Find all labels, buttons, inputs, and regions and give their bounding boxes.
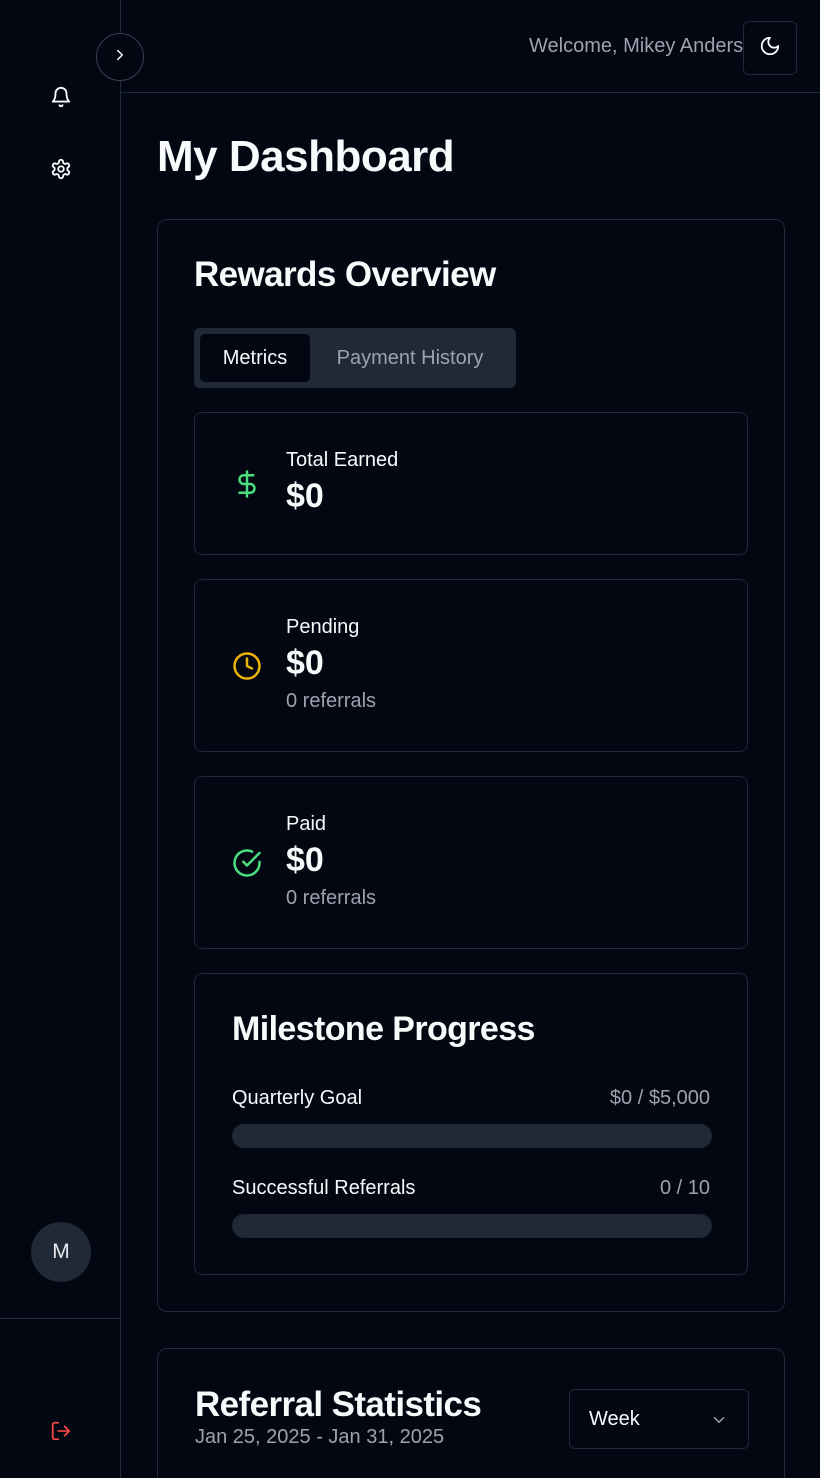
progress-bar-successful-referrals xyxy=(232,1214,712,1238)
clock-icon xyxy=(231,650,263,682)
avatar[interactable]: M xyxy=(31,1222,91,1282)
logout-button[interactable] xyxy=(46,1418,76,1448)
dashboard-app: M Welcome, Mikey Anderson My Dashboard R… xyxy=(0,0,820,1478)
page-title: My Dashboard xyxy=(157,132,455,181)
metric-value: $0 xyxy=(286,841,324,879)
date-range: Jan 25, 2025 - Jan 31, 2025 xyxy=(195,1426,445,1448)
check-circle-icon xyxy=(231,847,263,879)
dollar-icon xyxy=(231,468,263,500)
referral-statistics-card: Referral Statistics Jan 25, 2025 - Jan 3… xyxy=(157,1348,785,1478)
notifications-button[interactable] xyxy=(46,84,76,114)
metric-label: Total Earned xyxy=(286,449,399,471)
sidebar-divider xyxy=(0,1318,121,1319)
rewards-overview-title: Rewards Overview xyxy=(194,255,496,294)
metric-value: $0 xyxy=(286,644,324,682)
milestone-value: 0 / 10 xyxy=(659,1177,710,1199)
milestone-progress-title: Milestone Progress xyxy=(232,1010,535,1048)
welcome-text: Welcome, Mikey Anderson xyxy=(529,35,743,57)
metric-card-total-earned: Total Earned $0 xyxy=(194,412,748,555)
progress-bar-quarterly-goal xyxy=(232,1124,712,1148)
referral-statistics-title: Referral Statistics xyxy=(195,1385,482,1424)
chevron-right-icon xyxy=(111,46,129,69)
period-select-value: Week xyxy=(589,1408,640,1430)
metric-subtext: 0 referrals xyxy=(286,690,377,712)
metric-card-paid: Paid $0 0 referrals xyxy=(194,776,748,949)
bell-icon xyxy=(50,86,72,113)
rewards-tabs: Metrics Payment History xyxy=(194,328,516,388)
top-header: Welcome, Mikey Anderson xyxy=(121,0,820,93)
milestone-progress-card: Milestone Progress Quarterly Goal $0 / $… xyxy=(194,973,748,1275)
metric-value: $0 xyxy=(286,477,324,515)
gear-icon xyxy=(50,158,72,185)
logout-icon xyxy=(50,1420,72,1447)
milestone-label: Quarterly Goal xyxy=(232,1087,363,1109)
avatar-initial: M xyxy=(52,1240,70,1263)
expand-sidebar-button[interactable] xyxy=(96,33,144,81)
metric-card-pending: Pending $0 0 referrals xyxy=(194,579,748,752)
milestone-value: $0 / $5,000 xyxy=(609,1087,710,1109)
theme-toggle-button[interactable] xyxy=(743,21,797,75)
tab-metrics[interactable]: Metrics xyxy=(200,334,310,382)
metric-label: Paid xyxy=(286,813,327,835)
period-select[interactable]: Week xyxy=(569,1389,749,1449)
settings-button[interactable] xyxy=(46,156,76,186)
milestone-label: Successful Referrals xyxy=(232,1177,416,1199)
sidebar: M xyxy=(0,0,121,1478)
tab-payment-history[interactable]: Payment History xyxy=(310,334,510,382)
metric-subtext: 0 referrals xyxy=(286,887,377,909)
metric-label: Pending xyxy=(286,616,360,638)
moon-icon xyxy=(759,35,781,62)
